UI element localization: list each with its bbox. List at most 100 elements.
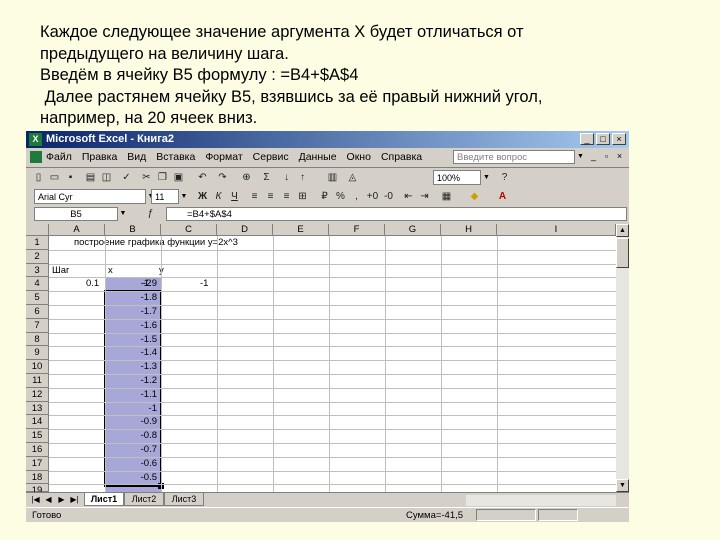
autosum-icon[interactable]: Σ bbox=[260, 171, 273, 184]
row-header-6[interactable]: 6 bbox=[26, 305, 49, 319]
increase-decimal-icon[interactable]: +0 bbox=[366, 190, 379, 203]
cell-b17[interactable]: -0.7 bbox=[105, 443, 157, 456]
chevron-down-icon[interactable]: ▼ bbox=[179, 189, 189, 204]
chart-wizard-icon[interactable]: ▥ bbox=[326, 171, 339, 184]
sort-asc-icon[interactable]: ↓ bbox=[280, 171, 293, 184]
cell-a3[interactable]: Шаг bbox=[52, 264, 69, 277]
cell-b11[interactable]: -1.3 bbox=[105, 360, 157, 373]
font-size-select[interactable]: 11 bbox=[151, 189, 179, 204]
prev-sheet-icon[interactable]: ◀ bbox=[43, 495, 54, 504]
chevron-down-icon[interactable]: ▼ bbox=[575, 150, 586, 164]
decrease-decimal-icon[interactable]: -0 bbox=[382, 190, 395, 203]
column-header-d[interactable]: D bbox=[217, 224, 273, 236]
vertical-scrollbar[interactable]: ▲ ▼ bbox=[616, 224, 629, 492]
row-header-7[interactable]: 7 bbox=[26, 318, 49, 333]
menu-view[interactable]: Вид bbox=[127, 151, 146, 163]
merge-center-icon[interactable]: ⊞ bbox=[296, 190, 309, 203]
sort-desc-icon[interactable]: ↑ bbox=[296, 171, 309, 184]
menu-edit[interactable]: Правка bbox=[82, 151, 117, 163]
document-icon[interactable] bbox=[30, 151, 42, 163]
new-icon[interactable]: ▯ bbox=[32, 171, 45, 184]
column-header-f[interactable]: F bbox=[329, 224, 385, 236]
formula-input[interactable]: =B4+$A$4 bbox=[166, 207, 627, 221]
drawing-icon[interactable]: ◬ bbox=[346, 171, 359, 184]
row-header-18[interactable]: 18 bbox=[26, 470, 49, 485]
sheet-tab-3[interactable]: Лист3 bbox=[164, 493, 204, 506]
column-header-h[interactable]: H bbox=[441, 224, 497, 236]
column-header-c[interactable]: C bbox=[161, 224, 217, 236]
row-header-13[interactable]: 13 bbox=[26, 401, 49, 416]
row-header-1[interactable]: 1 bbox=[26, 236, 49, 250]
close-button[interactable]: × bbox=[612, 133, 626, 145]
minimize-button[interactable]: _ bbox=[580, 133, 594, 145]
cell-e4[interactable]: -1 bbox=[200, 277, 208, 290]
help-icon[interactable]: ? bbox=[498, 171, 511, 184]
first-sheet-icon[interactable]: |◀ bbox=[30, 495, 41, 504]
spelling-icon[interactable]: ✓ bbox=[120, 171, 133, 184]
cell-b3[interactable]: x bbox=[108, 264, 113, 277]
percent-icon[interactable]: % bbox=[334, 190, 347, 203]
column-header-e[interactable]: E bbox=[273, 224, 329, 236]
doc-restore-button[interactable]: ▫ bbox=[601, 151, 612, 162]
doc-close-button[interactable]: × bbox=[614, 151, 625, 162]
undo-icon[interactable]: ↶ bbox=[196, 171, 209, 184]
cell-b19[interactable]: -0.5 bbox=[105, 471, 157, 484]
row-header-11[interactable]: 11 bbox=[26, 374, 49, 388]
currency-icon[interactable]: ₽ bbox=[318, 190, 331, 203]
last-sheet-icon[interactable]: ▶| bbox=[69, 495, 80, 504]
cell-a4[interactable]: 0.1 bbox=[86, 277, 99, 290]
cell-a1[interactable]: построение графика функции y=2x^3 bbox=[74, 236, 238, 249]
paste-icon[interactable]: ▣ bbox=[172, 171, 185, 184]
row-header-19[interactable]: 19 bbox=[26, 484, 49, 496]
chevron-down-icon[interactable]: ▼ bbox=[118, 207, 128, 221]
question-input[interactable]: Введите вопрос bbox=[453, 150, 575, 164]
row-header-16[interactable]: 16 bbox=[26, 443, 49, 457]
decrease-indent-icon[interactable]: ⇤ bbox=[402, 190, 415, 203]
cell-b6[interactable]: -1.8 bbox=[105, 291, 157, 304]
row-header-15[interactable]: 15 bbox=[26, 429, 49, 443]
menu-file[interactable]: Файл bbox=[46, 151, 72, 163]
maximize-button[interactable]: □ bbox=[596, 133, 610, 145]
cell-b5[interactable]: -1.9 bbox=[105, 277, 157, 290]
cell-b14[interactable]: -1 bbox=[105, 402, 157, 415]
menu-data[interactable]: Данные bbox=[299, 151, 337, 163]
align-left-icon[interactable]: ≡ bbox=[248, 190, 261, 203]
preview-icon[interactable]: ◫ bbox=[100, 171, 113, 184]
column-header-a[interactable]: A bbox=[49, 224, 105, 236]
row-header-3[interactable]: 3 bbox=[26, 263, 49, 278]
doc-minimize-button[interactable]: _ bbox=[588, 151, 599, 162]
sheet-tab-1[interactable]: Лист1 bbox=[84, 493, 124, 506]
menu-help[interactable]: Справка bbox=[381, 151, 422, 163]
menu-format[interactable]: Формат bbox=[205, 151, 242, 163]
excel-icon[interactable]: X bbox=[29, 133, 42, 146]
row-header-14[interactable]: 14 bbox=[26, 415, 49, 430]
row-header-4[interactable]: 4 bbox=[26, 277, 49, 292]
align-right-icon[interactable]: ≡ bbox=[280, 190, 293, 203]
scroll-thumb[interactable] bbox=[616, 238, 629, 268]
horizontal-scrollbar[interactable] bbox=[466, 495, 616, 506]
select-all-corner[interactable] bbox=[26, 224, 49, 236]
font-name-select[interactable]: Arial Cyr bbox=[34, 189, 146, 204]
cell-b13[interactable]: -1.1 bbox=[105, 388, 157, 401]
cell-b8[interactable]: -1.6 bbox=[105, 319, 157, 332]
increase-indent-icon[interactable]: ⇥ bbox=[418, 190, 431, 203]
font-color-icon[interactable]: A bbox=[496, 190, 509, 203]
row-header-5[interactable]: 5 bbox=[26, 291, 49, 305]
fill-color-icon[interactable]: ◆ bbox=[468, 190, 481, 203]
function-icon[interactable]: ƒ bbox=[144, 207, 157, 220]
menu-window[interactable]: Окно bbox=[347, 151, 371, 163]
row-header-2[interactable]: 2 bbox=[26, 249, 49, 264]
menu-insert[interactable]: Вставка bbox=[156, 151, 195, 163]
redo-icon[interactable]: ↷ bbox=[216, 171, 229, 184]
chevron-down-icon[interactable]: ▼ bbox=[481, 170, 492, 185]
column-header-i[interactable]: I bbox=[497, 224, 616, 236]
hyperlink-icon[interactable]: ⊕ bbox=[240, 171, 253, 184]
cut-icon[interactable]: ✂ bbox=[140, 171, 153, 184]
scroll-down-icon[interactable]: ▼ bbox=[616, 479, 629, 492]
cell-b15[interactable]: -0.9 bbox=[105, 415, 157, 428]
cell-b9[interactable]: -1.5 bbox=[105, 333, 157, 346]
bold-icon[interactable]: Ж bbox=[196, 190, 209, 203]
name-box[interactable]: B5 bbox=[34, 207, 118, 221]
cell-b7[interactable]: -1.7 bbox=[105, 305, 157, 318]
row-header-9[interactable]: 9 bbox=[26, 346, 49, 361]
